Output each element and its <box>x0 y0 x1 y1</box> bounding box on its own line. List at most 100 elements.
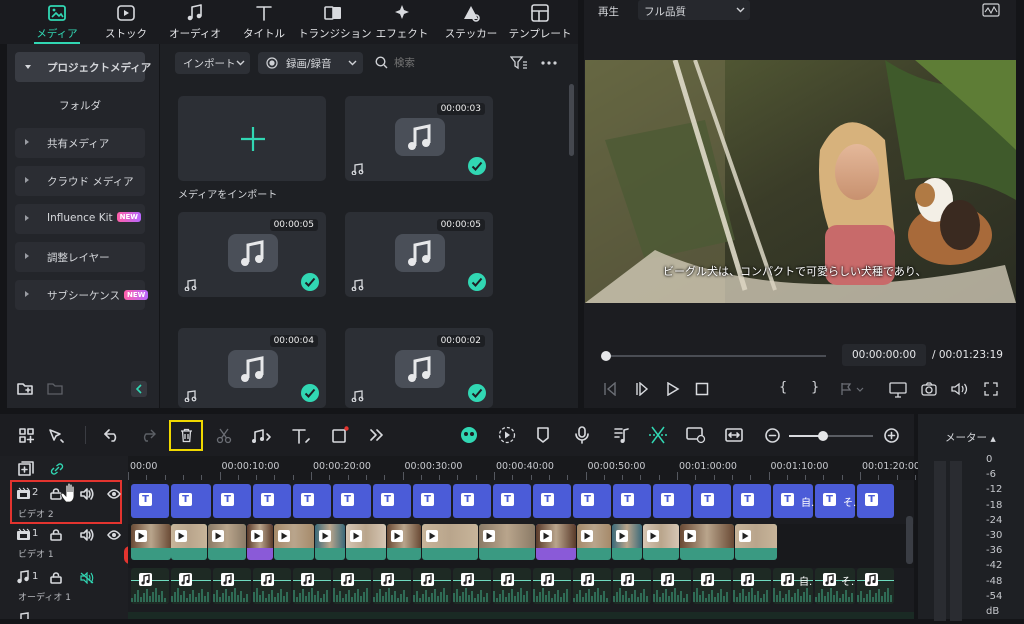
tab-sticker[interactable]: ステッカー <box>436 0 506 44</box>
search-input[interactable] <box>392 52 486 74</box>
title-clip[interactable]: T <box>653 484 691 518</box>
tab-media[interactable]: メディア <box>22 0 92 44</box>
volume-icon[interactable] <box>951 382 969 396</box>
import-media-card[interactable] <box>178 96 326 181</box>
quality-dropdown[interactable]: フル品質 <box>638 0 750 20</box>
sidebar-item-influence-kit[interactable]: Influence Kit NEW <box>15 204 145 234</box>
picture-in-picture-icon[interactable] <box>686 426 706 444</box>
title-clip[interactable]: T <box>573 484 611 518</box>
lock-icon[interactable] <box>50 529 62 541</box>
title-clip[interactable]: T <box>293 484 331 518</box>
title-clip[interactable]: T <box>253 484 291 518</box>
audio-clip[interactable] <box>733 568 771 604</box>
video-clip[interactable] <box>479 524 535 560</box>
microphone-icon[interactable] <box>575 426 589 444</box>
video-clip[interactable] <box>577 524 611 560</box>
audio-clip[interactable] <box>373 568 411 604</box>
title-clip[interactable]: T <box>493 484 531 518</box>
title-clip[interactable]: T 自... <box>773 484 821 518</box>
muted-speaker-icon[interactable] <box>80 572 94 584</box>
playhead-handle[interactable] <box>601 351 611 361</box>
fullscreen-icon[interactable] <box>984 382 998 396</box>
video-clip[interactable] <box>422 524 478 560</box>
tab-transition[interactable]: トランジション <box>298 0 372 44</box>
mark-in-icon[interactable]: { <box>779 380 787 395</box>
title-clip[interactable]: T <box>857 484 894 518</box>
tab-title[interactable]: タイトル <box>229 0 299 44</box>
zoom-out-icon[interactable] <box>765 428 780 443</box>
audio-clip[interactable] <box>613 568 651 604</box>
media-item-card[interactable]: 00:00:03 <box>345 96 493 181</box>
track-header-video-1[interactable]: 1 ビデオ 1 <box>10 525 122 565</box>
speaker-icon[interactable] <box>80 529 94 541</box>
video-clip[interactable] <box>612 524 642 560</box>
sidebar-item-adjustment-layer[interactable]: 調整レイヤー <box>15 242 145 272</box>
sidebar-item-folder[interactable]: フォルダ <box>15 90 145 120</box>
tab-effect[interactable]: エフェクト <box>367 0 437 44</box>
lock-icon[interactable] <box>50 572 62 584</box>
playback-progress-track[interactable] <box>601 351 826 361</box>
tab-audio[interactable]: オーディオ <box>160 0 230 44</box>
current-time-field[interactable]: 00:00:00:00 <box>842 344 926 366</box>
collapse-sidebar-button[interactable] <box>131 381 147 397</box>
waveform-scope-icon[interactable] <box>982 3 1000 17</box>
import-dropdown[interactable]: インポート <box>175 52 250 74</box>
fit-timeline-icon[interactable] <box>725 427 743 443</box>
audio-clip[interactable] <box>253 568 291 604</box>
marker-shield-icon[interactable] <box>536 427 550 443</box>
title-clip[interactable]: T <box>533 484 571 518</box>
video-frame[interactable]: ビーグル犬は、コンパクトで可愛らしい犬種であり、 <box>585 60 1016 303</box>
delete-button[interactable] <box>169 420 203 451</box>
audio-clip[interactable] <box>693 568 731 604</box>
more-tools-chevron-icon[interactable] <box>370 429 384 441</box>
eye-icon[interactable] <box>107 530 121 540</box>
audio-clip[interactable] <box>413 568 451 604</box>
video-clip[interactable] <box>643 524 679 560</box>
previous-frame-icon[interactable] <box>602 382 618 396</box>
zoom-slider-handle[interactable] <box>818 431 828 441</box>
select-pointer-icon[interactable] <box>48 428 64 444</box>
speed-ramp-icon[interactable] <box>498 426 516 444</box>
video-clip[interactable] <box>315 524 345 560</box>
zoom-in-icon[interactable] <box>884 428 899 443</box>
ai-cut-icon[interactable] <box>648 425 668 445</box>
ai-assistant-icon[interactable] <box>459 426 479 444</box>
play-icon[interactable] <box>666 382 680 396</box>
more-options-icon[interactable] <box>541 61 557 65</box>
audio-clip[interactable] <box>293 568 331 604</box>
video-clip[interactable] <box>680 524 734 560</box>
title-clip[interactable]: T <box>453 484 491 518</box>
sidebar-item-cloud-media[interactable]: クラウド メディア <box>15 166 145 196</box>
layout-grid-icon[interactable] <box>19 428 34 443</box>
title-clip[interactable]: T <box>733 484 771 518</box>
audio-clip[interactable]: 自... <box>773 568 813 604</box>
media-item-card[interactable]: 00:00:04 <box>178 328 326 408</box>
eye-icon[interactable] <box>107 489 121 499</box>
scissors-icon[interactable] <box>216 428 232 444</box>
audio-clip[interactable] <box>171 568 211 604</box>
text-tool-icon[interactable] <box>291 427 311 445</box>
remove-folder-icon[interactable] <box>47 381 63 395</box>
record-dropdown[interactable]: 録画/録音 <box>258 52 363 74</box>
title-clip[interactable]: T <box>213 484 251 518</box>
sidebar-item-project-media[interactable]: プロジェクトメディア <box>15 52 151 82</box>
video-clip[interactable] <box>735 524 777 560</box>
redo-icon[interactable] <box>140 429 156 442</box>
track-lane-audio-2[interactable] <box>128 612 914 619</box>
title-clip[interactable]: T <box>171 484 211 518</box>
filter-icon[interactable] <box>510 55 528 71</box>
display-settings-icon[interactable] <box>889 382 907 398</box>
video-clip[interactable] <box>536 524 576 560</box>
title-clip[interactable]: T <box>131 484 169 518</box>
audio-clip[interactable] <box>573 568 611 604</box>
track-header-audio-1[interactable]: 1 オーディオ 1 <box>10 568 122 610</box>
title-clip[interactable]: T <box>333 484 371 518</box>
title-clip[interactable]: T そ... <box>815 484 863 518</box>
media-item-card[interactable]: 00:00:05 <box>178 212 326 297</box>
video-clip[interactable] <box>171 524 207 560</box>
media-item-card[interactable]: 00:00:02 <box>345 328 493 408</box>
video-clip[interactable] <box>131 524 171 560</box>
audio-clip[interactable]: そ... <box>815 568 855 604</box>
video-clip[interactable] <box>247 524 273 560</box>
zoom-slider-track[interactable] <box>789 431 873 441</box>
